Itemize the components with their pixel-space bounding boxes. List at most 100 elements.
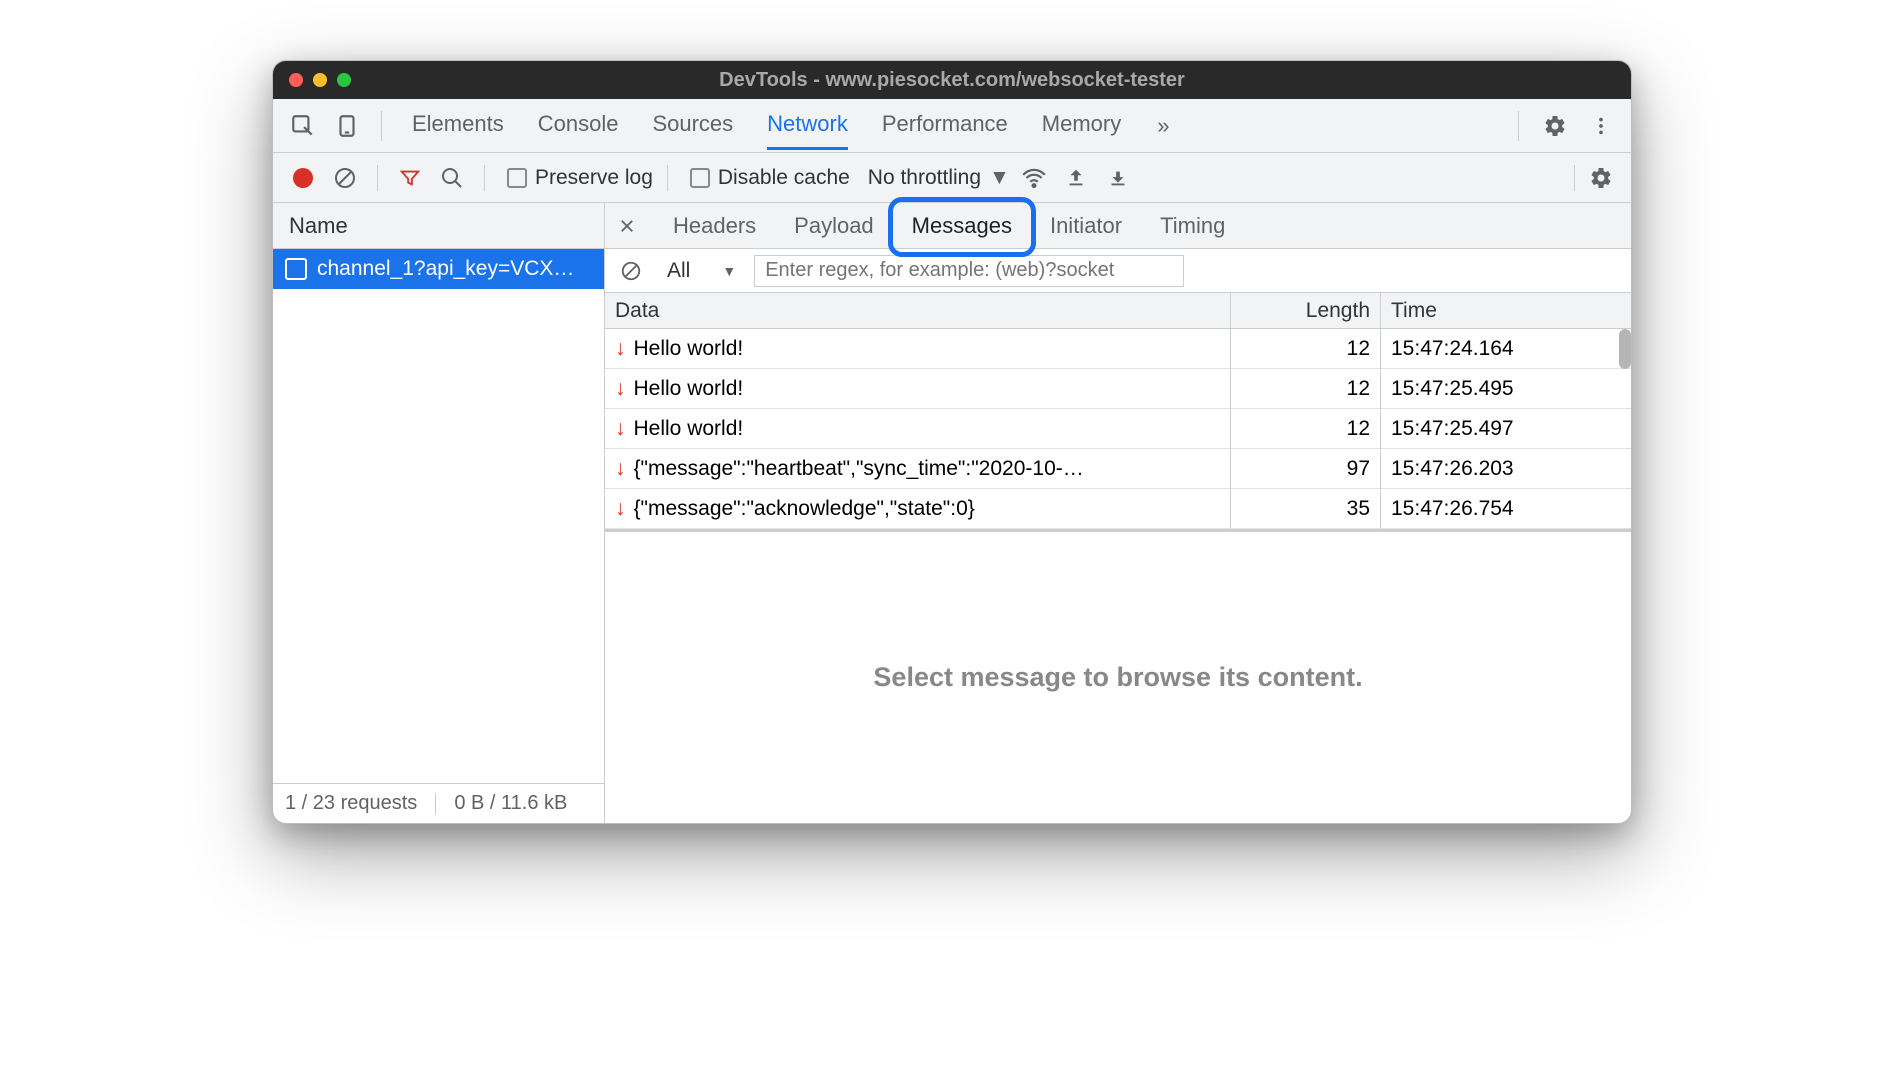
messages-table-header: Data Length Time xyxy=(605,293,1631,329)
record-button[interactable] xyxy=(285,160,321,196)
message-preview-placeholder: Select message to browse its content. xyxy=(605,529,1631,823)
incoming-arrow-icon: ↓ xyxy=(615,497,626,521)
request-count: 1 / 23 requests xyxy=(285,792,417,815)
device-toolbar-icon[interactable] xyxy=(329,108,365,144)
disable-cache-checkbox[interactable]: Disable cache xyxy=(690,166,850,190)
detail-tabs: Headers Payload Messages Initiator Timin… xyxy=(605,203,1631,249)
message-row[interactable]: ↓ {"message":"acknowledge","state":0} 3515… xyxy=(605,489,1631,529)
col-length[interactable]: Length xyxy=(1231,293,1381,329)
tab-memory[interactable]: Memory xyxy=(1042,101,1121,150)
transfer-size: 0 B / 11.6 kB xyxy=(454,792,567,815)
websocket-icon xyxy=(285,258,307,280)
minimize-window-button[interactable] xyxy=(313,73,327,87)
filter-value: All xyxy=(667,259,690,283)
more-panels-button[interactable]: » xyxy=(1157,113,1169,139)
incoming-arrow-icon: ↓ xyxy=(615,337,626,361)
maximize-window-button[interactable] xyxy=(337,73,351,87)
divider xyxy=(377,165,378,191)
requests-header: Name xyxy=(273,203,604,249)
checkbox-icon xyxy=(690,168,710,188)
message-length: 12 xyxy=(1231,329,1381,369)
request-row[interactable]: channel_1?api_key=VCX… xyxy=(273,249,604,289)
throttling-value: No throttling xyxy=(868,166,981,190)
request-detail: Headers Payload Messages Initiator Timin… xyxy=(605,203,1631,823)
network-toolbar: Preserve log Disable cache No throttling… xyxy=(273,153,1631,203)
col-data[interactable]: Data xyxy=(605,293,1231,329)
divider xyxy=(381,111,382,141)
message-time: 15:47:25.497 xyxy=(1381,409,1631,449)
tab-headers[interactable]: Headers xyxy=(667,207,762,245)
panel-tabs: Elements Console Sources Network Perform… xyxy=(412,101,1121,150)
incoming-arrow-icon: ↓ xyxy=(615,457,626,481)
message-data: Hello world! xyxy=(634,337,744,361)
tab-initiator[interactable]: Initiator xyxy=(1044,207,1128,245)
tab-network[interactable]: Network xyxy=(767,101,848,150)
search-icon[interactable] xyxy=(434,160,470,196)
message-length: 35 xyxy=(1231,489,1381,529)
preserve-log-checkbox[interactable]: Preserve log xyxy=(507,166,653,190)
message-time: 15:47:24.164 xyxy=(1381,329,1631,369)
message-data: {"message":"acknowledge","state":0} xyxy=(634,497,975,521)
requests-sidebar: Name channel_1?api_key=VCX… 1 / 23 reque… xyxy=(273,203,605,823)
panels-bar: Elements Console Sources Network Perform… xyxy=(273,99,1631,153)
tab-payload[interactable]: Payload xyxy=(788,207,880,245)
kebab-menu-icon[interactable] xyxy=(1583,108,1619,144)
message-length: 12 xyxy=(1231,369,1381,409)
close-detail-icon[interactable] xyxy=(613,208,641,244)
tab-console[interactable]: Console xyxy=(538,101,619,150)
request-name: channel_1?api_key=VCX… xyxy=(317,257,574,281)
message-time: 15:47:25.495 xyxy=(1381,369,1631,409)
select-element-icon[interactable] xyxy=(285,108,321,144)
tab-elements[interactable]: Elements xyxy=(412,101,504,150)
message-data: Hello world! xyxy=(634,377,744,401)
regex-filter-input[interactable] xyxy=(754,255,1184,287)
tab-messages[interactable]: Messages xyxy=(906,207,1018,245)
window-title: DevTools - www.piesocket.com/websocket-t… xyxy=(719,69,1185,92)
tab-sources[interactable]: Sources xyxy=(652,101,733,150)
titlebar[interactable]: DevTools - www.piesocket.com/websocket-t… xyxy=(273,61,1631,99)
incoming-arrow-icon: ↓ xyxy=(615,377,626,401)
settings-icon[interactable] xyxy=(1537,108,1573,144)
network-settings-icon[interactable] xyxy=(1583,160,1619,196)
devtools-window: DevTools - www.piesocket.com/websocket-t… xyxy=(272,60,1632,824)
message-type-filter[interactable]: All ▼ xyxy=(659,259,744,283)
message-time: 15:47:26.754 xyxy=(1381,489,1631,529)
network-panel: Name channel_1?api_key=VCX… 1 / 23 reque… xyxy=(273,203,1631,823)
divider xyxy=(1518,111,1519,141)
message-data: Hello world! xyxy=(634,417,744,441)
incoming-arrow-icon: ↓ xyxy=(615,417,626,441)
checkbox-icon xyxy=(507,168,527,188)
import-har-icon[interactable] xyxy=(1058,160,1094,196)
close-window-button[interactable] xyxy=(289,73,303,87)
message-length: 97 xyxy=(1231,449,1381,489)
requests-list: channel_1?api_key=VCX… xyxy=(273,249,604,783)
traffic-lights xyxy=(289,73,351,87)
divider xyxy=(1574,165,1575,191)
messages-filter-bar: All ▼ xyxy=(605,249,1631,293)
messages-table-body: ↓ Hello world! 1215:47:24.164 ↓ Hello world!… xyxy=(605,329,1631,529)
message-row[interactable]: ↓ Hello world! 1215:47:25.495 xyxy=(605,369,1631,409)
disable-cache-label: Disable cache xyxy=(718,166,850,190)
message-row[interactable]: ↓ {"message":"heartbeat","sync_time":"202… xyxy=(605,449,1631,489)
message-length: 12 xyxy=(1231,409,1381,449)
message-row[interactable]: ↓ Hello world! 1215:47:25.497 xyxy=(605,409,1631,449)
preview-hint: Select message to browse its content. xyxy=(873,662,1362,693)
status-bar: 1 / 23 requests 0 B / 11.6 kB xyxy=(273,783,604,823)
message-data: {"message":"heartbeat","sync_time":"2020… xyxy=(634,457,1084,481)
col-time[interactable]: Time xyxy=(1381,293,1631,329)
tab-performance[interactable]: Performance xyxy=(882,101,1008,150)
filter-toggle-icon[interactable] xyxy=(392,160,428,196)
export-har-icon[interactable] xyxy=(1100,160,1136,196)
clear-button[interactable] xyxy=(327,160,363,196)
network-conditions-icon[interactable] xyxy=(1016,160,1052,196)
message-row[interactable]: ↓ Hello world! 1215:47:24.164 xyxy=(605,329,1631,369)
divider xyxy=(667,165,668,191)
dropdown-caret-icon: ▼ xyxy=(722,263,736,279)
clear-messages-icon[interactable] xyxy=(613,253,649,289)
tab-timing[interactable]: Timing xyxy=(1154,207,1231,245)
throttling-dropdown[interactable]: No throttling ▼ xyxy=(868,166,1010,190)
divider xyxy=(435,793,436,815)
preserve-log-label: Preserve log xyxy=(535,166,653,190)
message-time: 15:47:26.203 xyxy=(1381,449,1631,489)
divider xyxy=(484,165,485,191)
